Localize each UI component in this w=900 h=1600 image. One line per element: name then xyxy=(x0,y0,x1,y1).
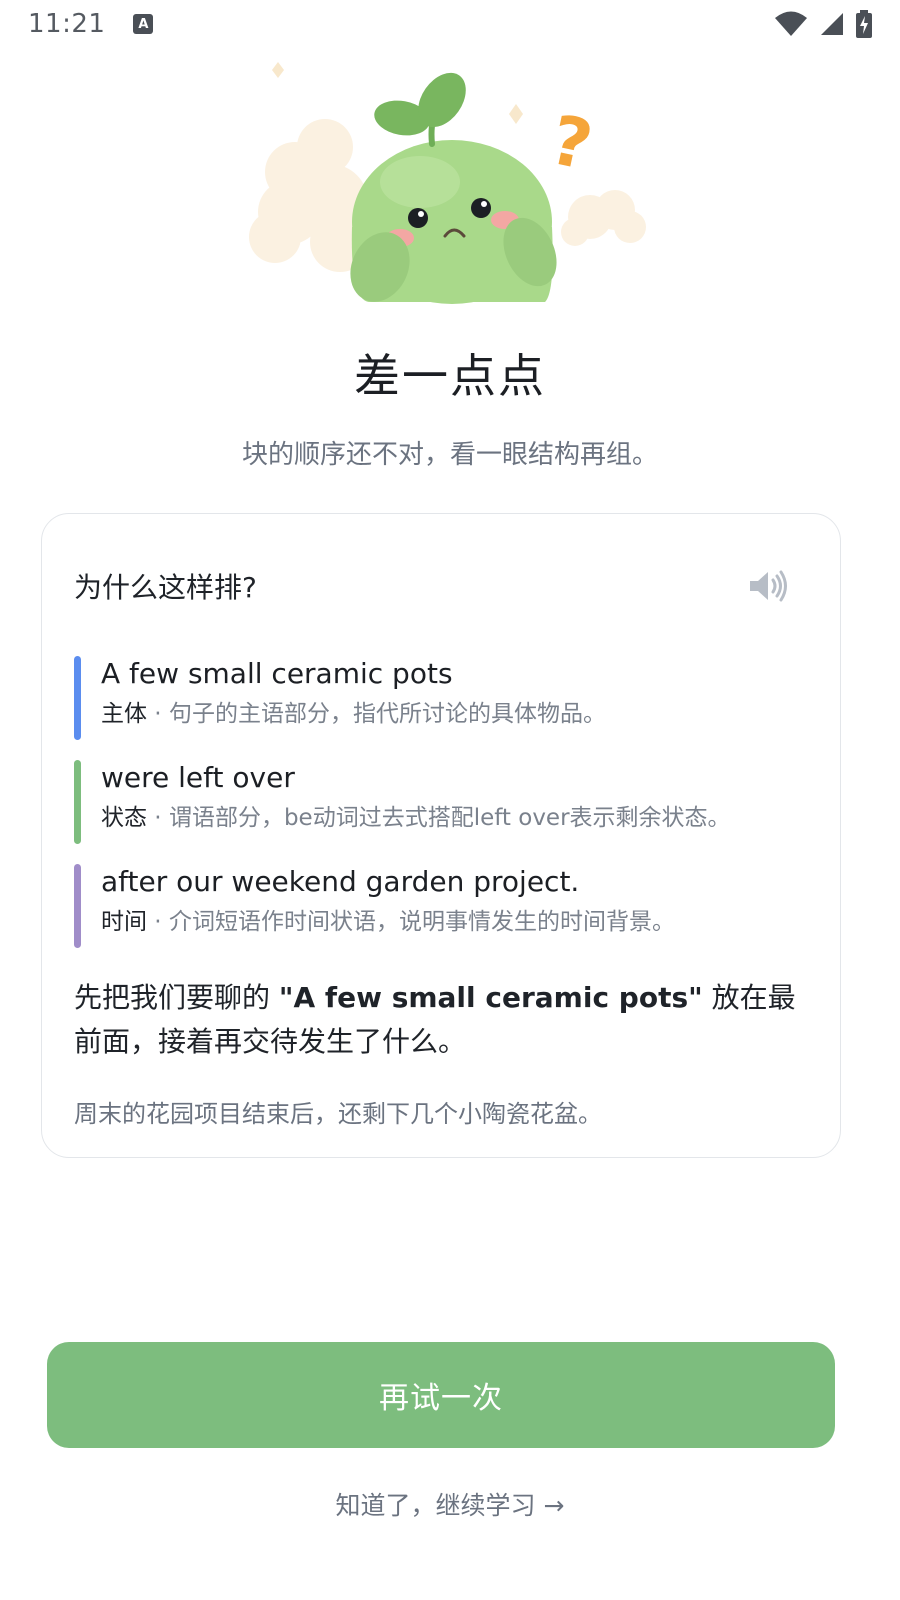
segment-color-bar xyxy=(74,864,81,948)
speaker-icon[interactable] xyxy=(748,569,790,603)
order-explanation: 先把我们要聊的 "A few small ceramic pots" 放在最前面… xyxy=(74,976,804,1064)
segment-subject: A few small ceramic pots 主体 · 句子的主语部分，指代… xyxy=(74,654,794,758)
segment-description: 主体 · 句子的主语部分，指代所讨论的具体物品。 xyxy=(101,694,794,734)
card-header: 为什么这样排? xyxy=(74,566,790,606)
retry-button[interactable]: 再试一次 xyxy=(47,1342,835,1448)
segment-time: after our weekend garden project. 时间 · 介… xyxy=(74,862,794,966)
explanation-quote: "A few small ceramic pots" xyxy=(278,981,703,1014)
signal-icon xyxy=(821,13,843,35)
segment-separator: · xyxy=(147,805,169,831)
sentence-translation: 周末的花园项目结束后，还剩下几个小陶瓷花盆。 xyxy=(74,1100,602,1128)
segment-role: 状态 xyxy=(101,805,147,831)
explanation-card: 为什么这样排? A few small ceramic pots 主体 · 句子… xyxy=(41,513,841,1158)
segment-text: after our weekend garden project. xyxy=(101,865,580,898)
segment-color-bar xyxy=(74,760,81,844)
segment-color-bar xyxy=(74,656,81,740)
confused-sprout-mascot-illustration: ? xyxy=(249,62,646,304)
segment-role: 主体 xyxy=(101,701,147,727)
result-title: 差一点点 xyxy=(354,349,546,403)
status-bar: 11:21 A xyxy=(0,0,900,48)
segment-description: 时间 · 介词短语作时间状语，说明事情发生的时间背景。 xyxy=(101,902,794,942)
segment-text: A few small ceramic pots xyxy=(101,657,453,690)
result-subtitle: 块的顺序还不对，看一眼结构再组。 xyxy=(241,440,658,470)
segment-separator: · xyxy=(147,909,169,935)
svg-text:?: ? xyxy=(544,101,599,186)
card-title: 为什么这样排? xyxy=(74,571,257,604)
continue-learning-link[interactable]: 知道了，继续学习 → xyxy=(0,1486,900,1522)
segment-state: were left over 状态 · 谓语部分，be动词过去式搭配left o… xyxy=(74,758,794,862)
a-notification-icon: A xyxy=(133,14,154,34)
segment-detail: 介词短语作时间状语，说明事情发生的时间背景。 xyxy=(168,909,675,935)
status-time: 11:21 xyxy=(28,9,106,39)
segment-description: 状态 · 谓语部分，be动词过去式搭配left over表示剩余状态。 xyxy=(101,798,794,838)
battery-charging-icon xyxy=(856,10,872,38)
segment-detail: 谓语部分，be动词过去式搭配left over表示剩余状态。 xyxy=(168,805,731,831)
segment-detail: 句子的主语部分，指代所讨论的具体物品。 xyxy=(168,701,606,727)
segment-text: were left over xyxy=(101,761,295,794)
segment-separator: · xyxy=(147,701,169,727)
explanation-before: 先把我们要聊的 xyxy=(74,981,279,1014)
practice-result-screen: 11:21 A ? 差一点点 块的顺序还不对，看一眼结构再组。 为什么这样排? … xyxy=(0,0,900,1600)
wifi-icon xyxy=(775,11,807,36)
segment-role: 时间 xyxy=(101,909,147,935)
sentence-segments: A few small ceramic pots 主体 · 句子的主语部分，指代… xyxy=(74,654,794,966)
